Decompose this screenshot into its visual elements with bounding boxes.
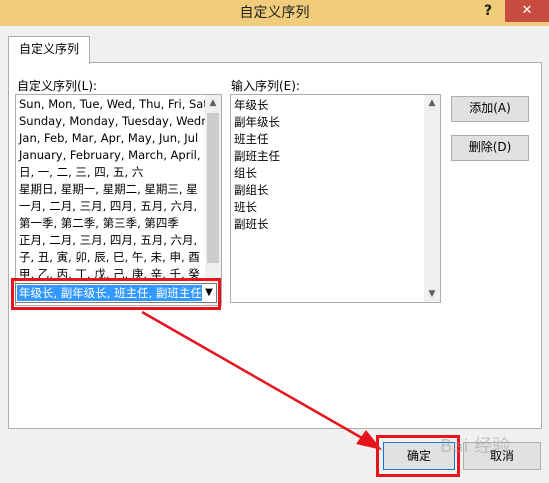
cancel-button[interactable]: 取消 xyxy=(463,442,541,470)
ok-button[interactable]: 确定 xyxy=(383,442,455,470)
annotation-arrow xyxy=(141,310,382,450)
tab-custom-lists[interactable]: 自定义序列 xyxy=(8,36,90,64)
